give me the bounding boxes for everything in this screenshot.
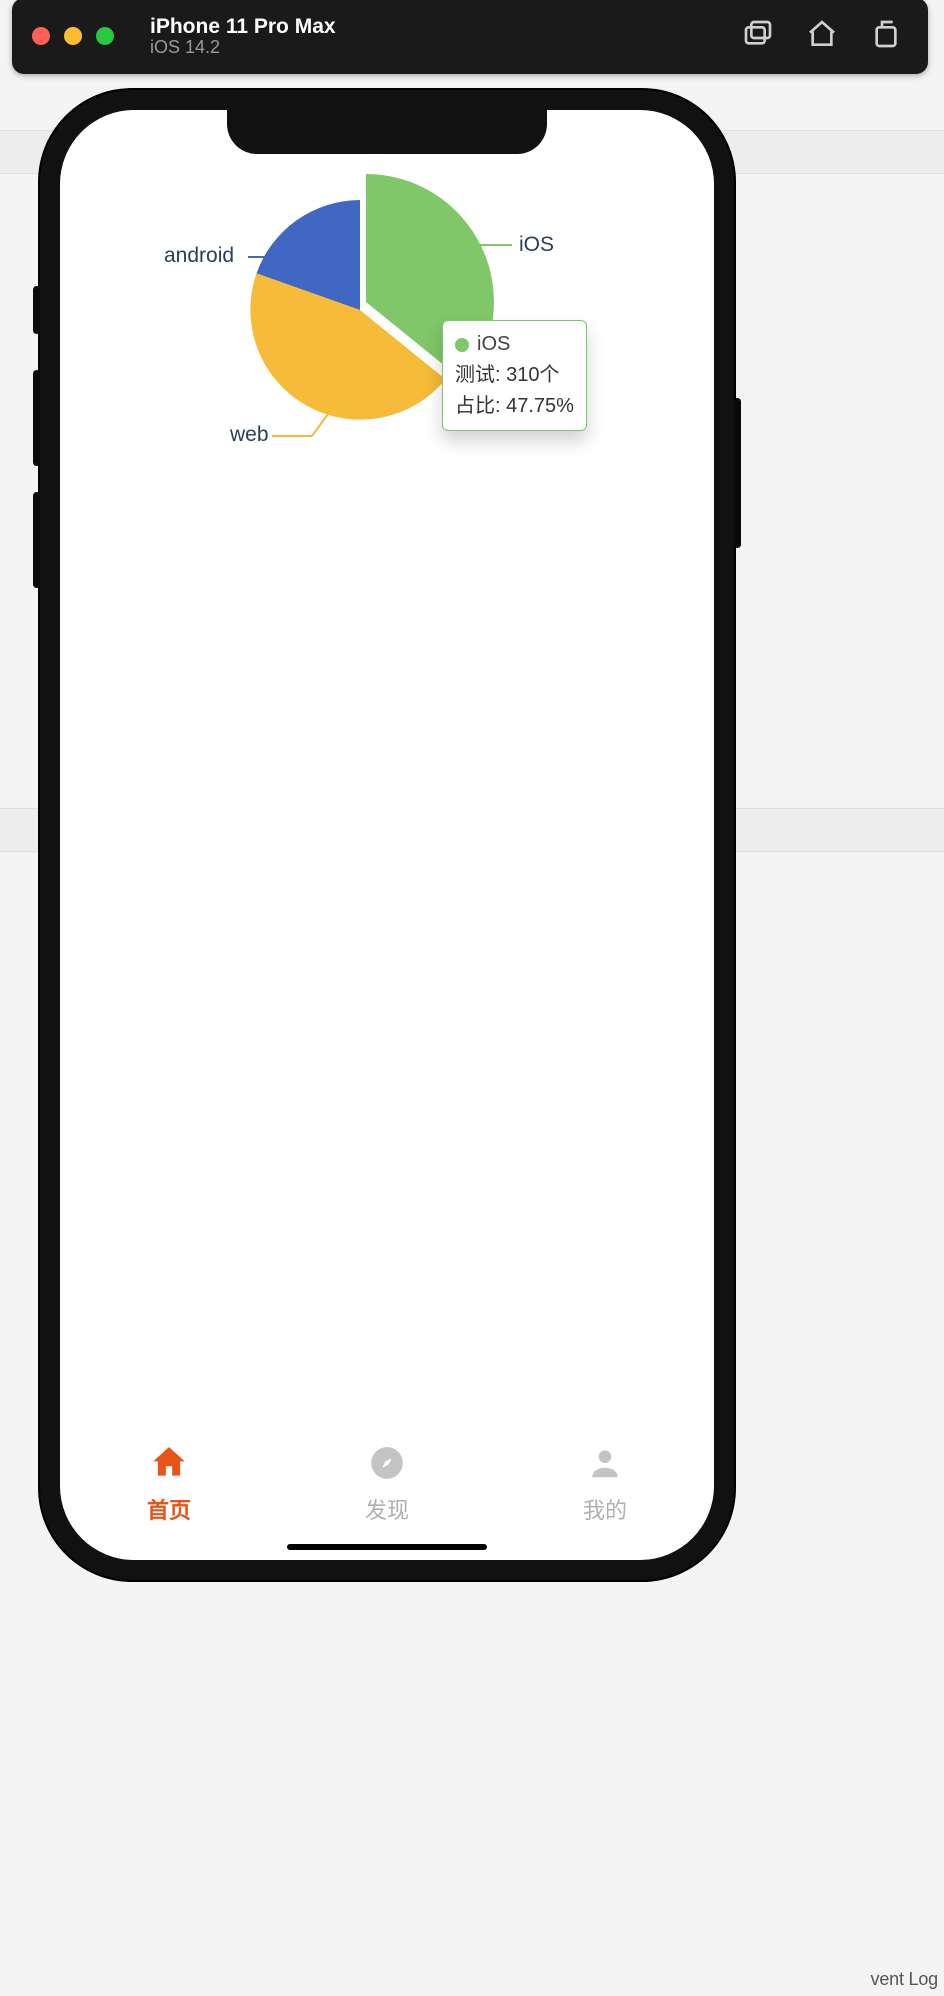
os-subtitle: iOS 14.2 xyxy=(150,38,336,58)
side-button[interactable] xyxy=(734,398,741,548)
tooltip-marker-icon xyxy=(455,338,469,352)
simulator-titlebar: iPhone 11 Pro Max iOS 14.2 xyxy=(12,0,928,74)
minimize-icon[interactable] xyxy=(64,27,82,45)
close-icon[interactable] xyxy=(32,27,50,45)
tab-discover[interactable]: 发现 xyxy=(278,1430,496,1560)
device-frame: iOS android web iOS 测试: 310个 占比: 47.75% … xyxy=(40,90,734,1580)
tab-bar: 首页 发现 我的 xyxy=(60,1430,714,1560)
chart-tooltip: iOS 测试: 310个 占比: 47.75% xyxy=(442,320,587,431)
volume-down-button[interactable] xyxy=(33,492,40,588)
tab-home[interactable]: 首页 xyxy=(60,1430,278,1560)
volume-up-button[interactable] xyxy=(33,370,40,466)
home-indicator[interactable] xyxy=(287,1544,487,1550)
home-tab-icon xyxy=(150,1444,188,1487)
title-block: iPhone 11 Pro Max iOS 14.2 xyxy=(150,15,336,58)
home-icon[interactable] xyxy=(806,18,838,55)
tab-label: 发现 xyxy=(365,1493,409,1525)
tooltip-title: iOS xyxy=(477,329,510,360)
mute-switch[interactable] xyxy=(33,286,40,334)
device-title: iPhone 11 Pro Max xyxy=(150,15,336,38)
tooltip-value-row: 测试: 310个 xyxy=(455,360,574,391)
pie-label-android: android xyxy=(164,244,234,268)
tab-me[interactable]: 我的 xyxy=(496,1430,714,1560)
device-screen: iOS android web iOS 测试: 310个 占比: 47.75% … xyxy=(60,110,714,1560)
background-text: vent Log xyxy=(871,1969,938,1990)
tooltip-percent-row: 占比: 47.75% xyxy=(455,391,574,422)
pie-chart[interactable]: iOS android web iOS 测试: 310个 占比: 47.75% xyxy=(60,150,714,470)
zoom-icon[interactable] xyxy=(96,27,114,45)
window-controls xyxy=(32,27,114,45)
compass-icon xyxy=(368,1444,406,1487)
tab-label: 首页 xyxy=(147,1493,191,1525)
screenshot-icon[interactable] xyxy=(742,18,774,55)
notch xyxy=(227,110,547,154)
tab-label: 我的 xyxy=(583,1493,627,1525)
pie-label-web: web xyxy=(230,423,269,447)
person-icon xyxy=(586,1444,624,1487)
rotate-icon[interactable] xyxy=(870,18,902,55)
pie-label-ios: iOS xyxy=(519,233,554,257)
